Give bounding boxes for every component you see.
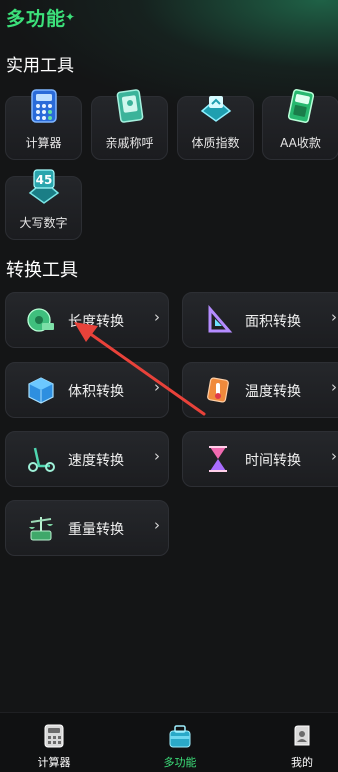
conv-label: 温度转换 (245, 384, 301, 400)
chevron-right-icon: › (154, 378, 160, 396)
tool-label: 计算器 (25, 136, 62, 150)
conv-volume[interactable]: 体积转换 › (5, 362, 169, 418)
conv-label: 体积转换 (68, 384, 124, 400)
tool-label: 大写数字 (19, 216, 68, 230)
section-title-practical: 实用工具 (6, 56, 74, 76)
hourglass-icon (209, 446, 227, 472)
conv-label: 重量转换 (68, 522, 124, 538)
tab-label: 多功能 (163, 756, 197, 769)
tab-multifunction[interactable]: 多功能 (140, 713, 220, 772)
ruler-triangle-icon (208, 305, 233, 333)
cube-icon (28, 377, 54, 404)
conv-area[interactable]: 面积转换 › (182, 292, 338, 348)
tool-aa-payment[interactable]: AA收款 (262, 89, 338, 160)
conv-label: 时间转换 (245, 453, 301, 469)
scale-icon (29, 517, 53, 541)
scooter-icon (28, 447, 55, 472)
tool-relatives[interactable]: 亲戚称呼 (91, 89, 168, 160)
tool-label: 体质指数 (191, 136, 240, 150)
tab-mine[interactable]: 我的 (262, 713, 338, 772)
tape-measure-icon (27, 308, 54, 332)
relatives-book-icon (116, 89, 143, 123)
section-title-conversion: 转换工具 (6, 260, 78, 281)
chevron-right-icon: › (154, 516, 160, 534)
chevron-right-icon: › (331, 447, 337, 465)
chevron-right-icon: › (331, 378, 337, 396)
chevron-right-icon: › (154, 447, 160, 465)
svg-text:45: 45 (35, 173, 52, 187)
calculator-tab-icon (44, 724, 64, 748)
tab-label: 计算器 (37, 756, 71, 769)
conv-label: 面积转换 (245, 314, 301, 330)
tool-label: 亲戚称呼 (105, 136, 154, 150)
tool-label: AA收款 (280, 136, 321, 150)
thermometer-icon (207, 377, 229, 403)
bmi-scale-icon (200, 96, 231, 122)
pos-terminal-icon (287, 89, 314, 123)
number-45-icon: 45 (28, 169, 59, 204)
conv-time[interactable]: 时间转换 › (182, 431, 338, 487)
tab-calculator[interactable]: 计算器 (14, 713, 94, 772)
tool-uppercase-number[interactable]: 45 大写数字 (5, 169, 82, 240)
conv-label: 长度转换 (68, 314, 124, 330)
chevron-right-icon: › (154, 308, 160, 326)
tab-label: 我的 (291, 756, 313, 769)
tool-calculator[interactable]: 计算器 (5, 89, 82, 160)
chevron-right-icon: › (331, 308, 337, 326)
bottom-tab-bar: 计算器 多功能 我的 (0, 712, 338, 772)
conv-label: 速度转换 (68, 453, 124, 469)
profile-tab-icon (294, 725, 310, 746)
page-title: 多功能 (6, 8, 67, 30)
calculator-icon (30, 89, 57, 123)
conv-speed[interactable]: 速度转换 › (5, 431, 169, 487)
tool-bmi[interactable]: 体质指数 (177, 96, 254, 160)
toolbox-tab-icon (169, 725, 191, 748)
conv-temperature[interactable]: 温度转换 › (182, 362, 338, 418)
sparkle-icon: ✦ (65, 10, 76, 24)
conv-length[interactable]: 长度转换 › (5, 292, 169, 348)
conv-weight[interactable]: 重量转换 › (5, 500, 169, 556)
